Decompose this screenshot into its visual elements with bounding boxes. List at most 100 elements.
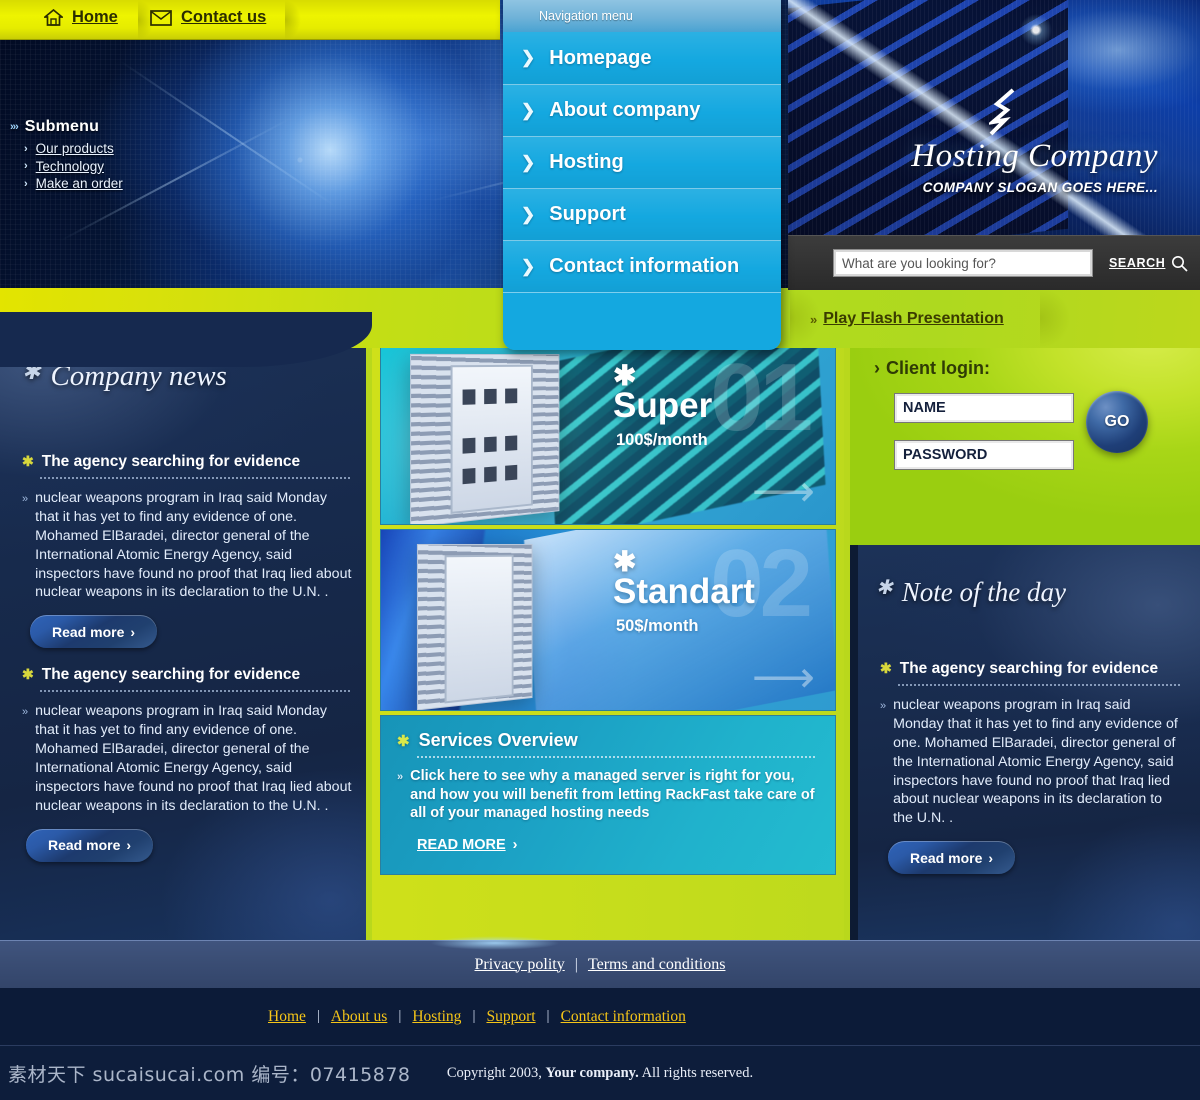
footer-glow [430, 936, 560, 950]
submenu: »› Submenu › Our products › Technology ›… [10, 118, 123, 191]
news-item-body: » nuclear weapons program in Iraq said M… [22, 489, 352, 602]
plan-label-group: ✱ Super 100$/month [613, 362, 813, 450]
asterisk-icon: ✱ [22, 666, 34, 683]
read-more-button[interactable]: Read more › [26, 828, 154, 862]
login-name-input[interactable] [894, 393, 1074, 423]
main-content: ✱ Company news ✱ The agency searching fo… [0, 340, 1200, 940]
search-bar: SEARCH [788, 235, 1200, 290]
login-password-input[interactable] [894, 440, 1074, 470]
plans-column: 01 ✱ Super 100$/month ⟶ 02 ✱ Standart 50… [372, 340, 850, 940]
topnav-divider-2 [285, 0, 301, 40]
arrow-right-icon[interactable]: ⟶ [752, 656, 815, 700]
submenu-link-our-products-label: Our products [35, 141, 114, 156]
navigation-menu-header: Navigation menu [503, 0, 781, 32]
read-more-button-label: Read more [910, 849, 983, 866]
navmenu-item-support-label: Support [549, 203, 626, 225]
search-input[interactable] [833, 249, 1093, 277]
footer-nav-contact-information[interactable]: Contact information [561, 1008, 686, 1026]
copyright-suffix: All rights reserved. [638, 1064, 754, 1081]
footer-link-privacy-polity[interactable]: Privacy polity [475, 956, 565, 974]
double-chevron-icon: » [22, 493, 29, 505]
footer-nav-support[interactable]: Support [486, 1008, 535, 1026]
chevron-right-icon: › [24, 177, 28, 190]
submenu-link-our-products[interactable]: › Our products [10, 141, 123, 156]
footer-nav-home[interactable]: Home [268, 1008, 306, 1026]
stock-site-watermark: 素材天下 sucaisucai.com 编号：07415878 [8, 1064, 411, 1086]
read-more-button[interactable]: Read more › [888, 841, 1016, 875]
client-login-fields: GO [850, 379, 1200, 470]
navmenu-item-hosting[interactable]: ❯ Hosting [503, 136, 781, 188]
services-overview-heading: ✱ Services Overview [397, 730, 819, 751]
asterisk-icon: ✱ [876, 577, 893, 599]
plan-label-group: ✱ Standart 50$/month [613, 546, 813, 636]
server-rack-image [410, 353, 560, 524]
navmenu-item-about-company[interactable]: ❯ About company [503, 84, 781, 136]
submenu-link-make-an-order[interactable]: › Make an order [10, 176, 123, 191]
chevron-right-icon: › [988, 849, 994, 866]
read-more-button-label: Read more [52, 623, 125, 640]
search-button[interactable]: SEARCH [1109, 255, 1188, 272]
plan-price: 50$/month [616, 616, 699, 635]
navmenu-item-contact-information-label: Contact information [549, 255, 740, 277]
navmenu-item-contact-information[interactable]: ❯ Contact information [503, 240, 781, 292]
magnifier-icon [1172, 255, 1188, 272]
chevron-right-icon: › [512, 836, 518, 853]
chevron-right-icon: ❯ [521, 256, 536, 276]
navmenu-item-support[interactable]: ❯ Support [503, 188, 781, 240]
play-flash-presentation-link[interactable]: » Play Flash Presentation [810, 310, 1004, 328]
server-door [444, 554, 514, 704]
chevron-right-icon: ❯ [521, 48, 536, 67]
services-read-more-link[interactable]: READ MORE › [417, 837, 517, 853]
footer-separator: | [574, 955, 578, 973]
chevron-right-icon: ❯ [521, 204, 536, 224]
chevron-right-icon: › [24, 142, 28, 155]
submenu-link-technology[interactable]: › Technology [10, 159, 123, 174]
submenu-link-technology-label: Technology [35, 158, 104, 174]
topnav-item-home[interactable]: Home [44, 8, 118, 27]
keyboard-background-image [788, 0, 1200, 235]
topnav-item-home-label: Home [72, 8, 118, 26]
note-item-body-text: nuclear weapons program in Iraq said Mon… [893, 697, 1178, 827]
navmenu-item-about-company-label: About company [549, 99, 701, 121]
chevron-right-icon: ❯ [521, 100, 536, 120]
chevron-right-icon: › [126, 837, 132, 853]
services-overview-body: » Click here to see why a managed server… [397, 767, 819, 823]
read-more-button-label: Read more [48, 837, 121, 853]
footer-nav-about-us[interactable]: About us [331, 1008, 387, 1026]
submenu-link-make-an-order-label: Make an order [35, 176, 123, 191]
footer-nav-hosting[interactable]: Hosting [412, 1008, 461, 1026]
column-separator-left [366, 340, 372, 940]
asterisk-icon: ✱ [613, 546, 637, 577]
chevron-right-icon: › [130, 623, 136, 640]
envelope-icon [150, 9, 172, 26]
green-band-arc-2 [1040, 288, 1070, 348]
navigation-menu-panel: Navigation menu ❯ Homepage ❯ About compa… [503, 0, 781, 350]
services-read-more-label: READ MORE [417, 836, 506, 853]
copyright-company: Your company. [545, 1064, 639, 1081]
footer-separator: | [472, 1008, 476, 1024]
chevron-right-icon: › [24, 160, 28, 172]
submenu-title-label: Submenu [24, 118, 100, 135]
news-item-body: » nuclear weapons program in Iraq said M… [22, 702, 352, 815]
footer-nav-bar: Home | About us | Hosting | Support | Co… [0, 988, 1200, 1046]
services-overview-panel: ✱ Services Overview » Click here to see … [380, 715, 836, 875]
arrow-right-icon[interactable]: ⟶ [752, 470, 815, 514]
double-chevron-icon: » [810, 311, 817, 327]
footer-separator: | [398, 1008, 402, 1024]
right-column: › Client login: GO ✱ Note of the day [850, 340, 1200, 940]
client-login-title-label: Client login: [886, 358, 990, 378]
read-more-button[interactable]: Read more › [30, 615, 158, 649]
login-go-button[interactable]: GO [1086, 391, 1148, 453]
plan-card-super[interactable]: 01 ✱ Super 100$/month ⟶ [380, 343, 836, 525]
topnav-item-contact-us[interactable]: Contact us [150, 8, 266, 27]
plan-price: 100$/month [616, 430, 708, 449]
navmenu-item-homepage[interactable]: ❯ Homepage [503, 32, 781, 84]
footer-link-terms-and-conditions[interactable]: Terms and conditions [588, 956, 726, 974]
plan-card-standart[interactable]: 02 ✱ Standart 50$/month ⟶ [380, 529, 836, 711]
login-go-button-label: GO [1104, 413, 1130, 430]
news-item-body-text: nuclear weapons program in Iraq said Mon… [35, 703, 352, 814]
plan-name: Super [613, 385, 713, 425]
page-root: Home Contact us »› Submenu › Our product… [0, 0, 1200, 1100]
news-item: ✱ The agency searching for evidence » nu… [0, 666, 372, 862]
news-item-heading-label: The agency searching for evidence [41, 453, 301, 470]
